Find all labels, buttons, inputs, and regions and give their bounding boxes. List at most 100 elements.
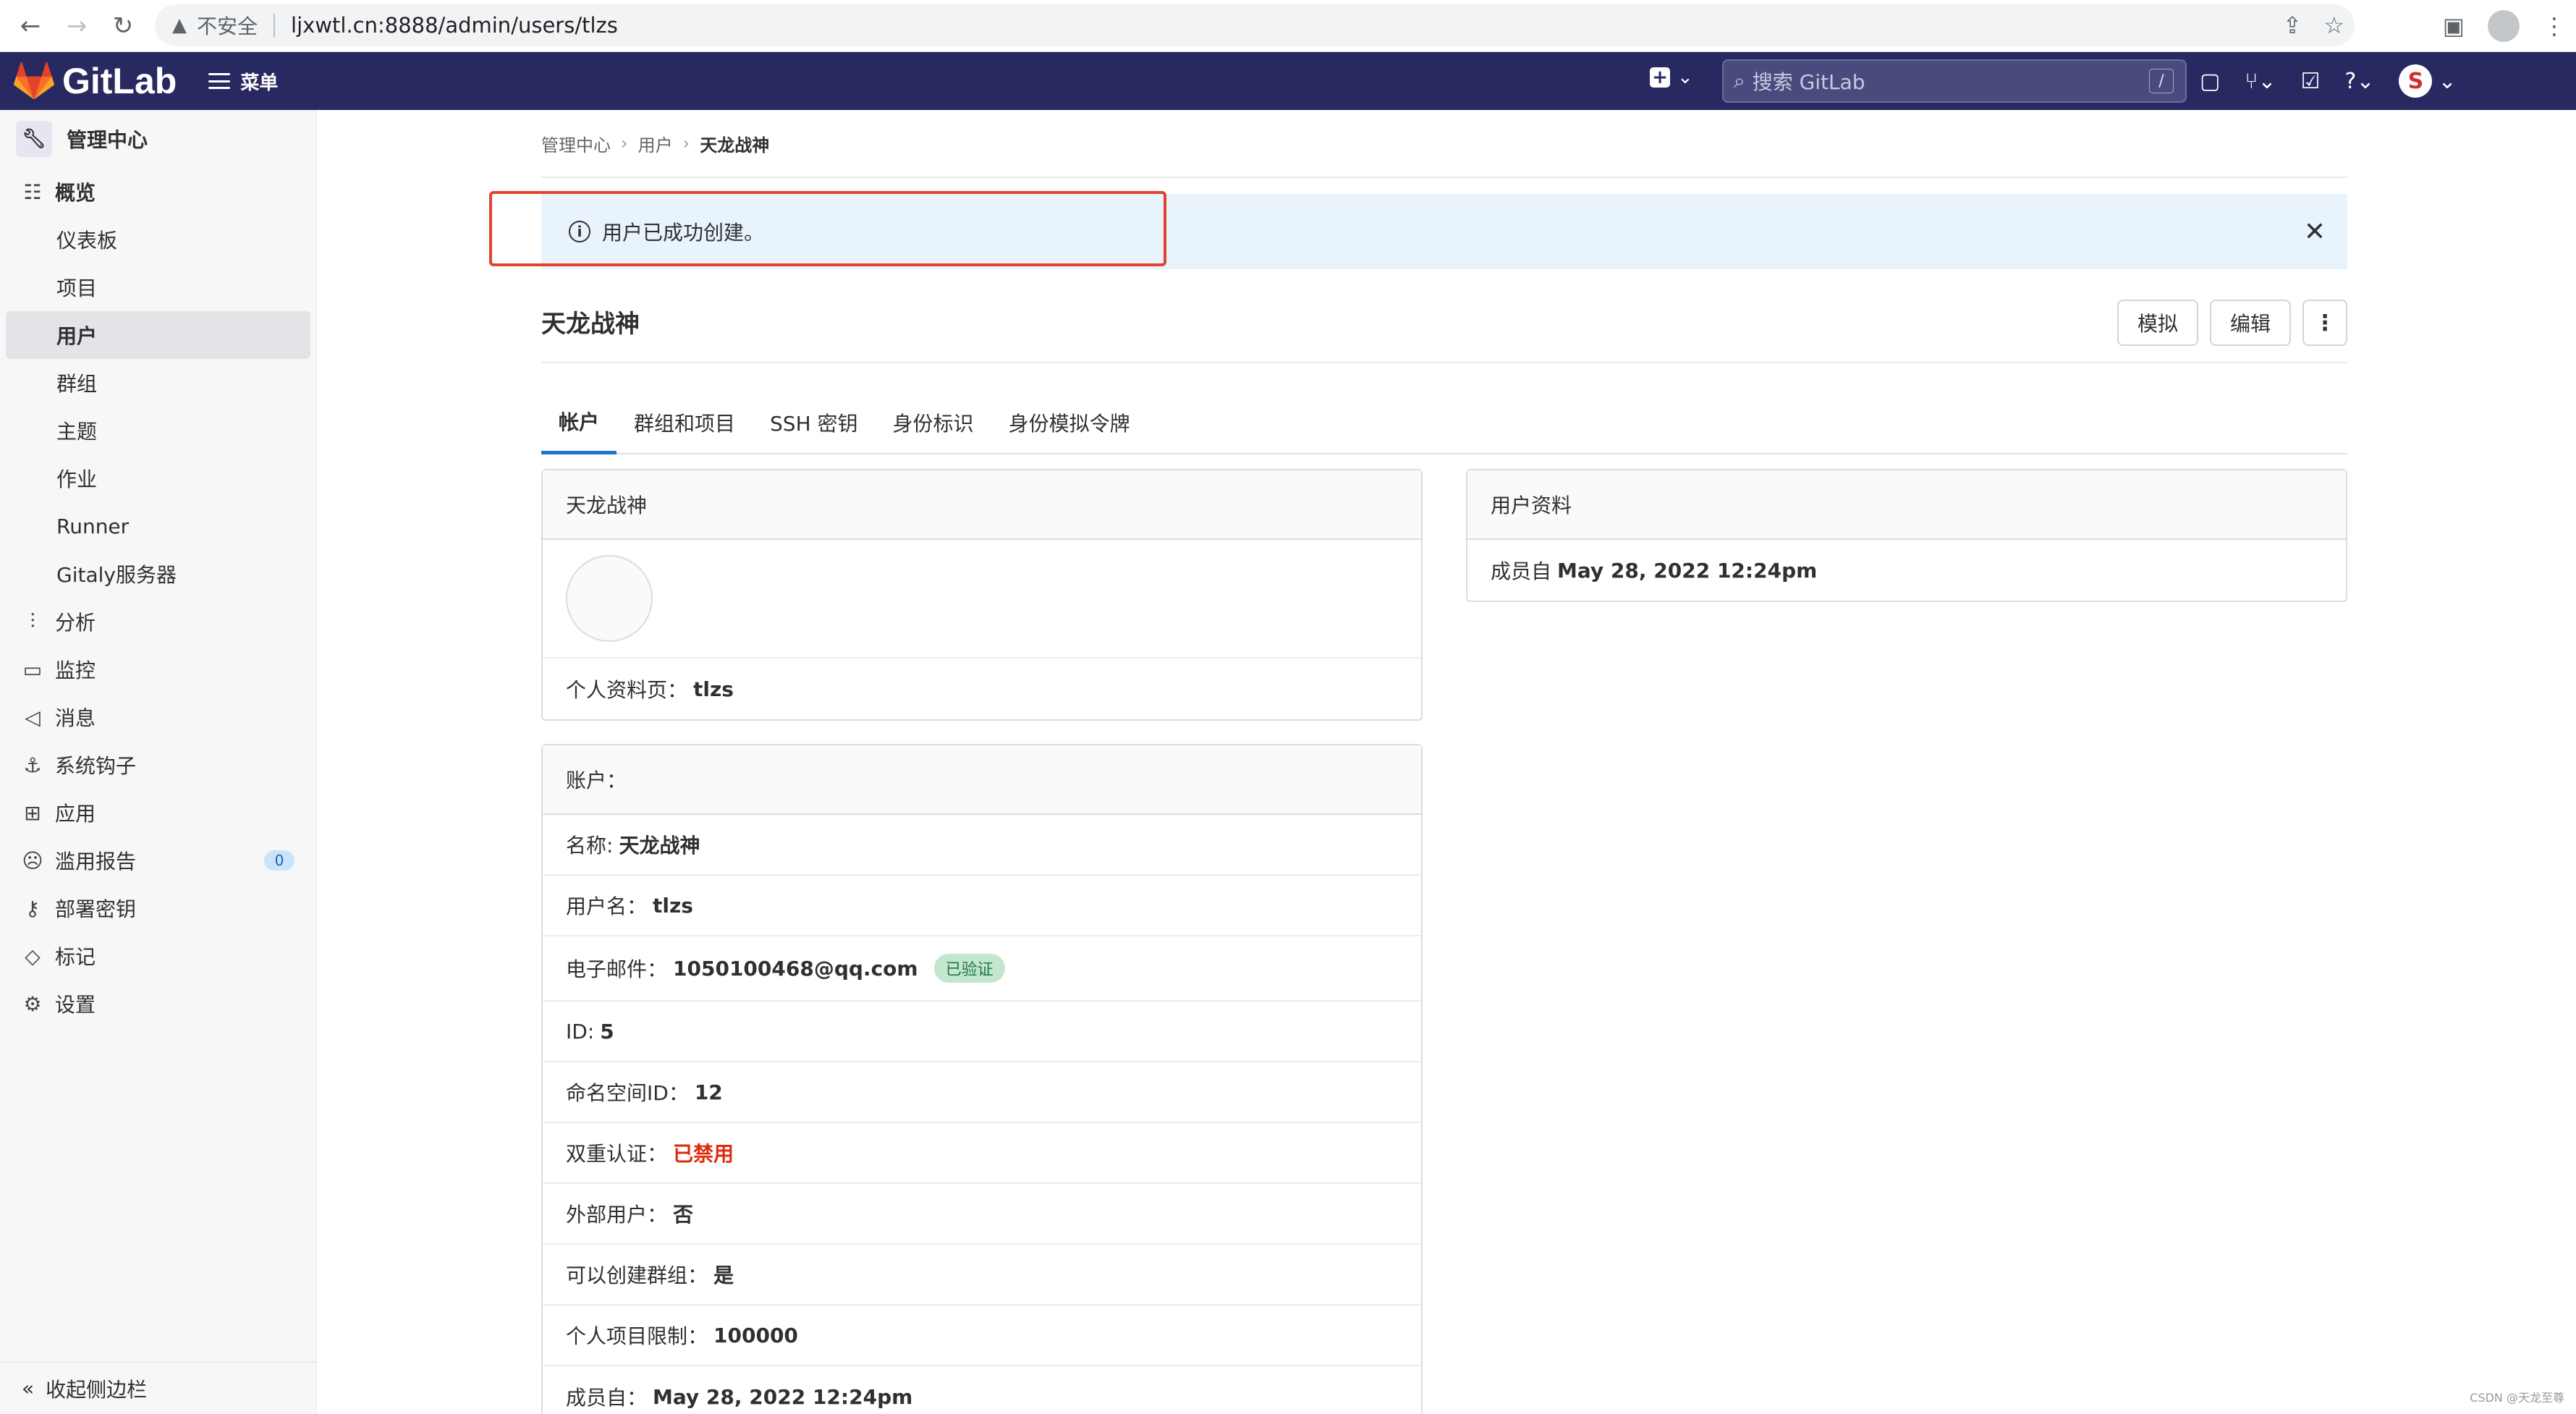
sidebar-item-projects[interactable]: 项目 bbox=[0, 263, 316, 311]
sidebar-item-runners[interactable]: Runner bbox=[0, 502, 316, 550]
email-value[interactable]: 1050100468@qq.com bbox=[673, 957, 918, 981]
sidebar-item-label: 应用 bbox=[55, 802, 96, 826]
issues-icon[interactable]: ▢ bbox=[2200, 69, 2220, 94]
sidebar-item-gitaly[interactable]: Gitaly服务器 bbox=[0, 550, 316, 598]
sidebar-item-overview[interactable]: ☷ 概览 bbox=[0, 168, 316, 216]
back-arrow-icon[interactable]: ← bbox=[7, 3, 54, 49]
tab-ssh-keys[interactable]: SSH 密钥 bbox=[753, 391, 876, 454]
project-limit-row: 个人项目限制： 100000 bbox=[543, 1305, 1421, 1366]
admin-sidebar: 🔧︎ 管理中心 ☷ 概览 仪表板 项目 用户 群组 主题 作业 Runner Gi… bbox=[0, 110, 317, 1414]
search-placeholder: 搜索 GitLab bbox=[1752, 70, 1865, 94]
namespace-label: 命名空间ID： bbox=[566, 1081, 689, 1105]
sidebar-item-abuse-reports[interactable]: ☹ 滥用报告 0 bbox=[0, 837, 316, 884]
sidebar-item-applications[interactable]: ⊞ 应用 bbox=[0, 789, 316, 837]
merge-requests-icon[interactable]: ⑂⌄ bbox=[2245, 69, 2276, 94]
sidebar-item-settings[interactable]: ⚙ 设置 bbox=[0, 980, 316, 1028]
sidebar-item-dashboard[interactable]: 仪表板 bbox=[0, 216, 316, 263]
abuse-count-badge: 0 bbox=[264, 850, 295, 871]
double-chevron-left-icon: « bbox=[22, 1376, 35, 1400]
breadcrumb-users[interactable]: 用户 bbox=[638, 131, 673, 156]
page-title: 天龙战神 bbox=[541, 309, 640, 339]
chevron-down-icon: ⌄ bbox=[2438, 68, 2457, 94]
twofa-row: 双重认证： 已禁用 bbox=[543, 1123, 1421, 1184]
reload-icon[interactable]: ↻ bbox=[100, 3, 146, 49]
sidebar-item-messages[interactable]: ◁ 消息 bbox=[0, 693, 316, 741]
sidebar-item-groups[interactable]: 群组 bbox=[0, 359, 316, 407]
tab-groups-projects[interactable]: 群组和项目 bbox=[617, 391, 753, 454]
breadcrumb-current[interactable]: 天龙战神 bbox=[700, 131, 769, 156]
impersonate-button[interactable]: 模拟 bbox=[2117, 300, 2198, 346]
sidebar-item-label: 群组 bbox=[56, 372, 98, 396]
sidebar-item-label: 消息 bbox=[55, 706, 96, 730]
avatar: S bbox=[2399, 64, 2433, 98]
sidebar-item-label: 分析 bbox=[55, 611, 96, 635]
chevron-right-icon: › bbox=[621, 133, 628, 153]
sidebar-item-topics[interactable]: 主题 bbox=[0, 407, 316, 454]
can-create-group-label: 可以创建群组： bbox=[566, 1263, 708, 1287]
help-icon[interactable]: ?⌄ bbox=[2344, 69, 2374, 94]
megaphone-icon: ◁ bbox=[25, 705, 41, 729]
member-since-row: 成员自： May 28, 2022 12:24pm bbox=[543, 1366, 1421, 1414]
can-create-group-row: 可以创建群组：是 bbox=[543, 1245, 1421, 1305]
collapse-sidebar-button[interactable]: « 收起侧边栏 bbox=[0, 1362, 317, 1414]
gear-icon: ⚙ bbox=[23, 991, 42, 1016]
overview-icon: ☷ bbox=[23, 179, 42, 204]
search-input[interactable]: ⌕ 搜索 GitLab / bbox=[1722, 59, 2187, 103]
sidebar-header[interactable]: 🔧︎ 管理中心 bbox=[0, 110, 316, 168]
member-since-value: May 28, 2022 12:24pm bbox=[653, 1384, 913, 1409]
sidebar-item-deploy-keys[interactable]: ⚷ 部署密钥 bbox=[0, 884, 316, 932]
edit-button[interactable]: 编辑 bbox=[2209, 300, 2291, 346]
sidebar-item-jobs[interactable]: 作业 bbox=[0, 454, 316, 502]
sidebar-item-label: 监控 bbox=[55, 659, 96, 682]
external-label: 外部用户： bbox=[566, 1203, 668, 1227]
member-since-label: 成员自： bbox=[566, 1386, 648, 1410]
sidebar-item-system-hooks[interactable]: ⚓︎ 系统钩子 bbox=[0, 741, 316, 789]
alert-message: 用户已成功创建。 bbox=[602, 221, 765, 245]
breadcrumb-admin[interactable]: 管理中心 bbox=[541, 131, 611, 156]
collapse-sidebar-label: 收起侧边栏 bbox=[46, 1377, 148, 1402]
sidebar-item-label: 作业 bbox=[56, 467, 98, 491]
sidebar-item-analytics[interactable]: ⫶ 分析 bbox=[0, 598, 316, 645]
breadcrumb: 管理中心 › 用户 › 天龙战神 bbox=[541, 110, 2347, 178]
tab-impersonation-tokens[interactable]: 身份模拟令牌 bbox=[991, 391, 1148, 454]
sidebar-item-labels[interactable]: ◇ 标记 bbox=[0, 932, 316, 980]
close-icon[interactable]: ✕ bbox=[2304, 217, 2326, 247]
monitor-icon: ▭ bbox=[22, 657, 43, 682]
menu-button[interactable]: 菜单 bbox=[208, 68, 278, 95]
side-panel-icon[interactable]: ▣ bbox=[2443, 12, 2465, 40]
sidebar-item-monitoring[interactable]: ▭ 监控 bbox=[0, 645, 316, 693]
browser-profile-icon[interactable] bbox=[2488, 10, 2520, 42]
user-profile-card-header: 用户资料 bbox=[1467, 470, 2346, 540]
share-icon[interactable]: ⇪ bbox=[2283, 12, 2302, 39]
avatar bbox=[566, 555, 653, 642]
profile-card-header: 天龙战神 bbox=[543, 470, 1421, 540]
todos-icon[interactable]: ☑ bbox=[2301, 69, 2321, 94]
sidebar-item-users[interactable]: 用户 bbox=[6, 311, 310, 359]
hamburger-icon bbox=[208, 73, 231, 89]
profile-page-row: 个人资料页： tlzs bbox=[543, 659, 1421, 719]
gitlab-logo[interactable]: GitLab bbox=[13, 60, 177, 102]
address-bar[interactable]: ▲ 不安全 ljxwtl.cn:8888/admin/users/tlzs ⇪ … bbox=[155, 4, 2355, 46]
new-dropdown[interactable]: + ⌄ bbox=[1650, 67, 1693, 88]
browser-menu-icon[interactable]: ⋮ bbox=[2543, 12, 2566, 40]
info-icon: i bbox=[569, 221, 590, 242]
sidebar-header-label: 管理中心 bbox=[67, 128, 148, 152]
tab-account[interactable]: 帐户 bbox=[541, 391, 617, 454]
sidebar-item-label: 标记 bbox=[55, 945, 96, 969]
browser-toolbar: ← → ↻ ▲ 不安全 ljxwtl.cn:8888/admin/users/t… bbox=[0, 0, 2576, 52]
user-tabs: 帐户 群组和项目 SSH 密钥 身份标识 身份模拟令牌 bbox=[541, 391, 2347, 454]
user-profile-card: 用户资料 成员自 May 28, 2022 12:24pm bbox=[1466, 469, 2347, 602]
bookmark-star-icon[interactable]: ☆ bbox=[2323, 12, 2344, 39]
id-row: ID: 5 bbox=[543, 1002, 1421, 1062]
sidebar-item-label: 部署密钥 bbox=[55, 897, 137, 921]
user-menu[interactable]: S ⌄ bbox=[2399, 64, 2457, 98]
profile-page-link[interactable]: tlzs bbox=[693, 677, 734, 701]
status-badge: 已验证 bbox=[933, 954, 1005, 983]
page-header: 天龙战神 模拟 编辑 ⋮ bbox=[541, 281, 2347, 363]
warning-icon: ▲ bbox=[172, 14, 187, 36]
can-create-group-value: 是 bbox=[713, 1263, 734, 1287]
more-actions-icon[interactable]: ⋮ bbox=[2302, 300, 2347, 346]
forward-arrow-icon[interactable]: → bbox=[54, 3, 100, 49]
account-card-header: 账户： bbox=[543, 745, 1421, 815]
tab-identities[interactable]: 身份标识 bbox=[876, 391, 991, 454]
